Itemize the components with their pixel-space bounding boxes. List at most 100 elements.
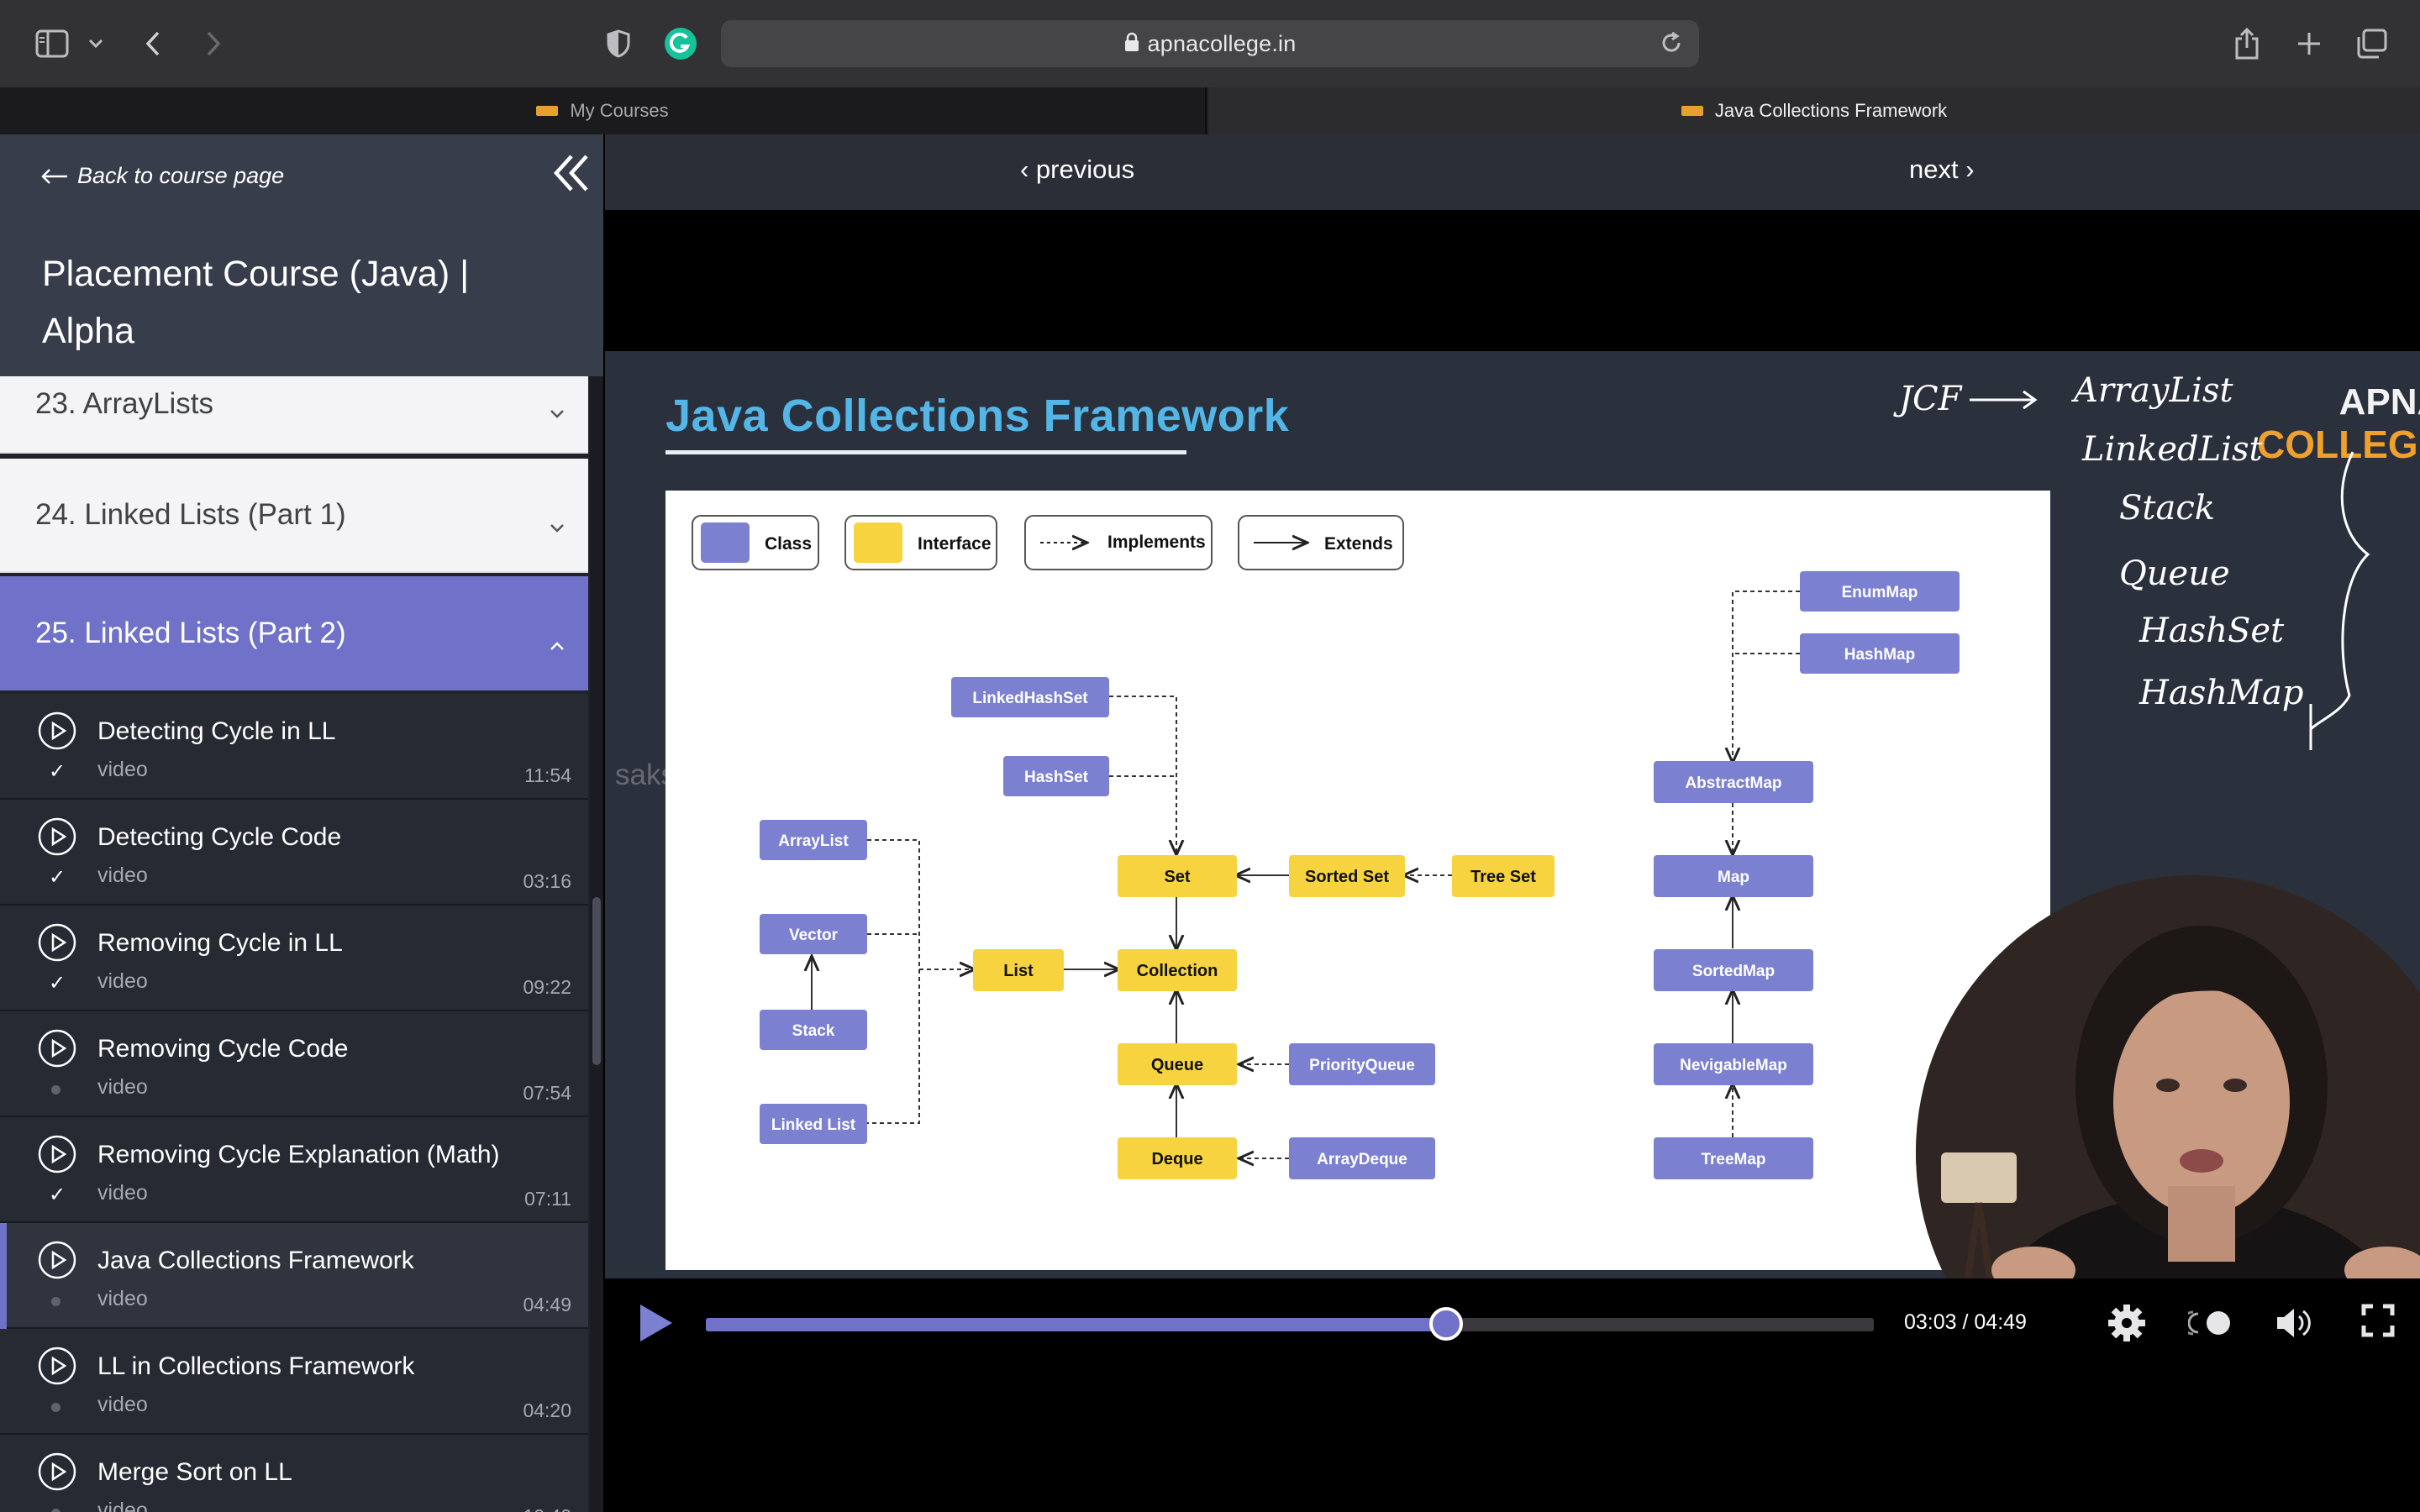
play-icon[interactable] [635, 1302, 676, 1348]
tab-java-collections-framework[interactable]: Java Collections Framework [1208, 87, 2420, 134]
lesson-item[interactable]: ✓ Removing Cycle in LL video 09:22 [0, 906, 588, 1011]
progress-fill [706, 1318, 1446, 1331]
browser-toolbar: apnacollege.in [0, 0, 2420, 87]
progress-knob[interactable] [1429, 1307, 1463, 1341]
legend-class: Class [765, 534, 812, 554]
svg-text:Collection: Collection [1137, 962, 1218, 980]
pip-toggle-icon[interactable] [2181, 1309, 2233, 1341]
section-label: 25. Linked Lists (Part 2) [35, 617, 346, 649]
chevron-down-icon[interactable] [84, 22, 108, 66]
node-navigablemap: NevigableMap [1654, 1043, 1813, 1085]
volume-icon[interactable] [2274, 1304, 2312, 1347]
svg-text:LinkedHashSet: LinkedHashSet [972, 690, 1088, 707]
check-icon: ✓ [49, 760, 66, 783]
chevron-down-icon [550, 507, 565, 541]
svg-text:Queue: Queue [1151, 1056, 1203, 1074]
lesson-duration: 07:54 [523, 1082, 571, 1104]
class-swatch [701, 522, 750, 563]
section-label: 24. Linked Lists (Part 1) [35, 498, 346, 531]
lesson-duration: 11:54 [524, 764, 571, 786]
url-text: apnacollege.in [1147, 30, 1297, 56]
reload-icon[interactable] [1659, 30, 1684, 60]
site-favicon-icon [1681, 106, 1703, 116]
lesson-item[interactable]: Removing Cycle Code video 07:54 [0, 1011, 588, 1117]
address-bar[interactable]: apnacollege.in [721, 20, 1699, 67]
svg-text:NevigableMap: NevigableMap [1680, 1057, 1787, 1074]
handwritten-notes: JCF ArrayList LinkedList Stack Queue Has… [1893, 371, 2370, 750]
tab-bar: My Courses Java Collections Framework [0, 87, 2420, 134]
hand-jcf: JCF [1893, 380, 1963, 418]
lesson-duration: 04:20 [523, 1399, 571, 1421]
section-linked-lists-part-2[interactable]: 25. Linked Lists (Part 2) [0, 576, 588, 690]
settings-gear-icon[interactable] [2107, 1304, 2146, 1347]
collapse-sidebar-icon[interactable] [553, 153, 590, 197]
node-treemap: TreeMap [1654, 1137, 1813, 1179]
scrollbar-thumb[interactable] [592, 897, 601, 1065]
below-player [605, 1368, 2420, 1512]
lesson-title: Merge Sort on LL [97, 1458, 292, 1486]
lesson-item[interactable]: LL in Collections Framework video 04:20 [0, 1329, 588, 1435]
fullscreen-icon[interactable] [2361, 1304, 2395, 1341]
lesson-item[interactable]: ✓ Detecting Cycle in LL video 11:54 [0, 694, 588, 800]
node-abstractmap: AbstractMap [1654, 761, 1813, 803]
next-button[interactable]: next › [1909, 155, 1975, 185]
tab-label: My Courses [570, 100, 669, 121]
lesson-duration: 10:40 [523, 1505, 571, 1512]
tab-my-courses[interactable]: My Courses [0, 87, 1207, 134]
status-dot-icon [51, 1297, 60, 1306]
lesson-item[interactable]: ✓ Detecting Cycle Code video 03:16 [0, 800, 588, 906]
arrow-left-icon [41, 168, 67, 184]
lesson-type: video [97, 1499, 148, 1512]
back-link-label: Back to course page [77, 163, 285, 188]
section-linked-lists-part-1[interactable]: 24. Linked Lists (Part 1) [0, 459, 588, 573]
progress-track[interactable] [706, 1307, 1874, 1341]
previous-button[interactable]: ‹ previous [1020, 155, 1134, 185]
tab-overview-icon[interactable] [2353, 22, 2390, 66]
sidebar-scrollbar[interactable] [590, 376, 603, 1512]
share-icon[interactable] [2230, 22, 2264, 66]
section-arraylists[interactable]: 23. ArrayLists [0, 376, 588, 454]
svg-text:Vector: Vector [789, 927, 839, 944]
svg-text:Map: Map [1718, 869, 1749, 886]
course-title: Placement Course (Java) | Alpha [42, 254, 470, 351]
node-sortedset: Sorted Set [1289, 855, 1405, 897]
hand-item-6: HashMap [2139, 674, 2303, 712]
tab-label: Java Collections Framework [1714, 100, 1948, 121]
lesson-item[interactable]: Merge Sort on LL video 10:40 [0, 1435, 588, 1512]
shield-icon[interactable] [603, 22, 634, 66]
svg-text:Tree Set: Tree Set [1470, 868, 1536, 886]
lesson-item[interactable]: ✓ Removing Cycle Explanation (Math) video 0… [0, 1117, 588, 1223]
hand-item-5: HashSet [2139, 612, 2285, 650]
legend-extends: Extends [1324, 534, 1393, 554]
forward-arrow-icon[interactable] [198, 22, 229, 66]
grammarly-icon[interactable] [662, 22, 699, 66]
new-tab-icon[interactable] [2292, 22, 2326, 66]
node-vector: Vector [760, 914, 867, 954]
sidebar-header: Back to course page Placement Course (Ja… [0, 134, 603, 376]
lesson-item[interactable]: Java Collections Framework video 04:49 [0, 1223, 588, 1329]
status-dot-icon [51, 1509, 60, 1512]
timecode: 03:03 / 04:49 [1904, 1310, 2027, 1334]
lesson-type: video [97, 1075, 148, 1099]
node-arraydeque: ArrayDeque [1289, 1137, 1435, 1179]
lock-icon [1124, 32, 1139, 56]
video-player[interactable]: Java Collections Framework APNA COLLEGE … [605, 351, 2420, 1278]
lesson-type: video [97, 969, 148, 993]
play-circle-icon [37, 1028, 77, 1073]
lesson-title: Detecting Cycle Code [97, 823, 342, 851]
svg-text:Linked List: Linked List [771, 1116, 856, 1134]
check-icon: ✓ [49, 866, 66, 889]
svg-text:TreeMap: TreeMap [1701, 1151, 1765, 1168]
legend: Class Interface Implements Extends [692, 515, 1404, 570]
video-letterbox [605, 210, 2420, 351]
sidebar-toggle-icon[interactable] [32, 22, 72, 66]
collections-diagram: Class Interface Implements Extends Linke… [666, 491, 2050, 1270]
back-to-course-link[interactable]: Back to course page [40, 163, 284, 189]
hand-item-4: Queue [2119, 554, 2230, 593]
back-arrow-icon[interactable] [138, 22, 168, 66]
node-collection: Collection [1118, 949, 1237, 991]
lesson-duration: 04:49 [523, 1294, 571, 1315]
lesson-title: Removing Cycle Code [97, 1035, 349, 1063]
site-favicon-icon [536, 106, 559, 116]
node-linkedhashset: LinkedHashSet [951, 677, 1109, 717]
